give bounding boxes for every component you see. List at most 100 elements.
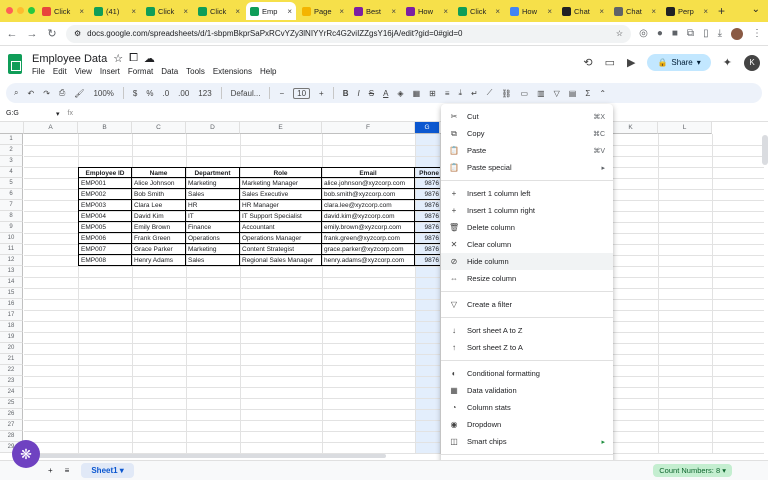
table-cell[interactable]: EMP002 (78, 189, 132, 200)
search-menus-icon[interactable]: ⌕ (14, 88, 18, 98)
vertical-align-icon[interactable]: ⤓ (459, 88, 463, 98)
menu-item-hide-column[interactable]: ⊘ Hide column (441, 253, 613, 270)
table-cell[interactable]: bob.smith@xyzcorp.com (322, 189, 415, 200)
minimize-window-icon[interactable] (17, 7, 24, 14)
merge-cells-icon[interactable]: ⊞ (429, 89, 436, 98)
currency-icon[interactable]: $ (133, 89, 137, 98)
column-header-d[interactable]: D (186, 122, 240, 134)
menu-item-column-stats[interactable]: ◔ Column stats (441, 399, 613, 416)
row-header[interactable]: 27 (0, 420, 23, 431)
table-cell[interactable]: Sales Executive (240, 189, 322, 200)
table-cell[interactable]: HR (186, 200, 240, 211)
table-cell[interactable]: emily.brown@xyzcorp.com (322, 222, 415, 233)
table-cell[interactable]: 9876 (415, 255, 440, 266)
table-cell[interactable]: Clara Lee (132, 200, 186, 211)
menu-item-copy[interactable]: ⧉ Copy ⌘C (441, 125, 613, 142)
menu-item-paste-special[interactable]: 📋 Paste special ▸ (441, 159, 613, 176)
tab-close-icon[interactable]: × (287, 7, 292, 16)
table-cell[interactable]: EMP008 (78, 255, 132, 266)
table-cell[interactable]: Alice Johnson (132, 178, 186, 189)
browser-tab[interactable]: How × (506, 2, 556, 20)
browser-tab[interactable]: Click × (142, 2, 192, 20)
browser-tab[interactable]: (41) × (90, 2, 140, 20)
table-cell[interactable]: Bob Smith (132, 189, 186, 200)
extensions-puzzle-icon[interactable]: ⧉ (687, 28, 694, 39)
tab-close-icon[interactable]: × (651, 7, 656, 16)
undo-icon[interactable]: ↶ (27, 89, 34, 98)
sidebar-icon[interactable]: ▯ (703, 28, 709, 39)
extension-icon[interactable]: ● (657, 28, 663, 39)
share-dropdown-icon[interactable]: ▾ (697, 58, 701, 67)
document-title[interactable]: Employee Data (32, 53, 107, 65)
tab-close-icon[interactable]: × (547, 7, 552, 16)
menu-format[interactable]: Format (128, 67, 153, 76)
row-header[interactable]: 22 (0, 365, 23, 376)
table-header-cell[interactable]: Name (132, 167, 186, 178)
table-cell[interactable]: Emily Brown (132, 222, 186, 233)
table-cell[interactable]: EMP005 (78, 222, 132, 233)
table-cell[interactable]: HR Manager (240, 200, 322, 211)
menu-item-cut[interactable]: ✂ Cut ⌘X (441, 108, 613, 125)
redo-icon[interactable]: ↷ (43, 89, 50, 98)
tab-close-icon[interactable]: × (79, 7, 84, 16)
column-header-b[interactable]: B (78, 122, 132, 134)
row-header[interactable]: 9 (0, 222, 23, 233)
insert-link-icon[interactable]: ⛓ (501, 89, 511, 98)
increase-decimal-button[interactable]: .00 (178, 89, 189, 98)
browser-menu-icon[interactable]: ⋮ (752, 28, 762, 39)
tab-close-icon[interactable]: × (131, 7, 136, 16)
column-header-e[interactable]: E (240, 122, 322, 134)
row-header[interactable]: 26 (0, 409, 23, 420)
menu-item-insert-1-column-right[interactable]: + Insert 1 column right (441, 202, 613, 219)
menu-item-smart-chips[interactable]: ◫ Smart chips ▸ (441, 433, 613, 450)
browser-tab[interactable]: Click × (454, 2, 504, 20)
browser-tab[interactable]: Page × (298, 2, 348, 20)
row-header[interactable]: 4 (0, 167, 23, 178)
browser-tab[interactable]: Emp × (246, 2, 296, 20)
menu-insert[interactable]: Insert (100, 67, 120, 76)
column-header-c[interactable]: C (132, 122, 186, 134)
horizontal-align-icon[interactable]: ≡ (445, 89, 450, 98)
table-cell[interactable]: Henry Adams (132, 255, 186, 266)
text-color-icon[interactable]: A (383, 89, 388, 98)
column-header-g[interactable]: G (415, 122, 440, 134)
table-cell[interactable]: EMP001 (78, 178, 132, 189)
browser-tab[interactable]: Click × (194, 2, 244, 20)
menu-edit[interactable]: Edit (53, 67, 67, 76)
row-header[interactable]: 12 (0, 255, 23, 266)
menu-item-delete-column[interactable]: 🗑 Delete column (441, 219, 613, 236)
menu-extensions[interactable]: Extensions (213, 67, 252, 76)
gemini-assistant-icon[interactable]: ❋ (12, 440, 40, 468)
star-icon[interactable]: ☆ (113, 52, 123, 65)
tab-close-icon[interactable]: × (391, 7, 396, 16)
table-header-cell[interactable]: Role (240, 167, 322, 178)
row-header[interactable]: 15 (0, 288, 23, 299)
row-header[interactable]: 16 (0, 299, 23, 310)
table-cell[interactable]: 9876 (415, 200, 440, 211)
browser-tab[interactable]: Click × (38, 2, 88, 20)
font-size-decrease-icon[interactable]: − (279, 89, 284, 98)
site-info-icon[interactable]: ⚙ (74, 29, 81, 38)
row-header[interactable]: 6 (0, 189, 23, 200)
text-wrap-icon[interactable]: ↵ (471, 89, 478, 98)
italic-icon[interactable]: I (357, 89, 359, 98)
browser-tab[interactable]: Chat × (610, 2, 660, 20)
table-cell[interactable]: 9876 (415, 178, 440, 189)
table-cell[interactable]: frank.green@xyzcorp.com (322, 233, 415, 244)
table-cell[interactable]: EMP003 (78, 200, 132, 211)
menu-help[interactable]: Help (260, 67, 276, 76)
tab-close-icon[interactable]: × (183, 7, 188, 16)
menu-item-create-a-filter[interactable]: ▽ Create a filter (441, 296, 613, 313)
menu-data[interactable]: Data (161, 67, 178, 76)
row-header[interactable]: 8 (0, 211, 23, 222)
tab-close-icon[interactable]: × (599, 7, 604, 16)
menu-item-sort-sheet-z-to-a[interactable]: ↑ Sort sheet Z to A (441, 339, 613, 356)
font-size-input[interactable]: 10 (293, 87, 311, 99)
horizontal-scrollbar[interactable] (24, 454, 386, 458)
filter-views-icon[interactable]: ▤ (569, 89, 577, 98)
move-folder-icon[interactable]: ⧠ (129, 52, 138, 65)
decrease-decimal-button[interactable]: .0 (163, 89, 170, 98)
paint-format-icon[interactable]: 🖌 (74, 89, 84, 98)
table-header-cell[interactable]: Phone (415, 167, 440, 178)
menu-item-conditional-formatting[interactable]: ◐ Conditional formatting (441, 365, 613, 382)
